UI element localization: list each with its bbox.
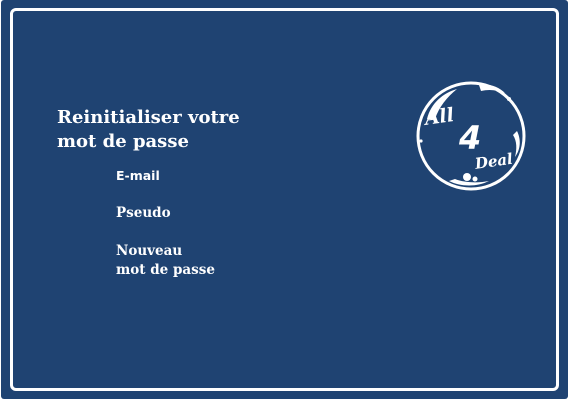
logo-word-top: All [421, 104, 455, 130]
panel-border [10, 8, 559, 391]
reset-password-panel: Reinitialiser votre mot de passe E-mail … [1, 0, 568, 399]
page-title: Reinitialiser votre mot de passe [57, 106, 277, 154]
page: Reinitialiser votre mot de passe E-mail … [0, 0, 570, 400]
new-password-label: Nouveau mot de passe [116, 242, 215, 280]
logo-droplet-1 [507, 97, 511, 101]
pseudo-label: Pseudo [116, 205, 171, 221]
new-password-label-line-1: Nouveau [116, 243, 183, 259]
logo-splash-right [513, 131, 520, 157]
page-title-line-2: mot de passe [57, 131, 189, 152]
logo-number: 4 [458, 119, 481, 157]
email-label: E-mail [116, 168, 160, 183]
logo-droplet-3 [463, 173, 471, 181]
all4deal-logo: All 4 Deal [416, 81, 526, 191]
logo-droplet-2 [419, 139, 423, 143]
new-password-label-line-2: mot de passe [116, 262, 215, 278]
page-title-line-1: Reinitialiser votre [57, 107, 240, 128]
logo-droplet-4 [472, 176, 478, 182]
